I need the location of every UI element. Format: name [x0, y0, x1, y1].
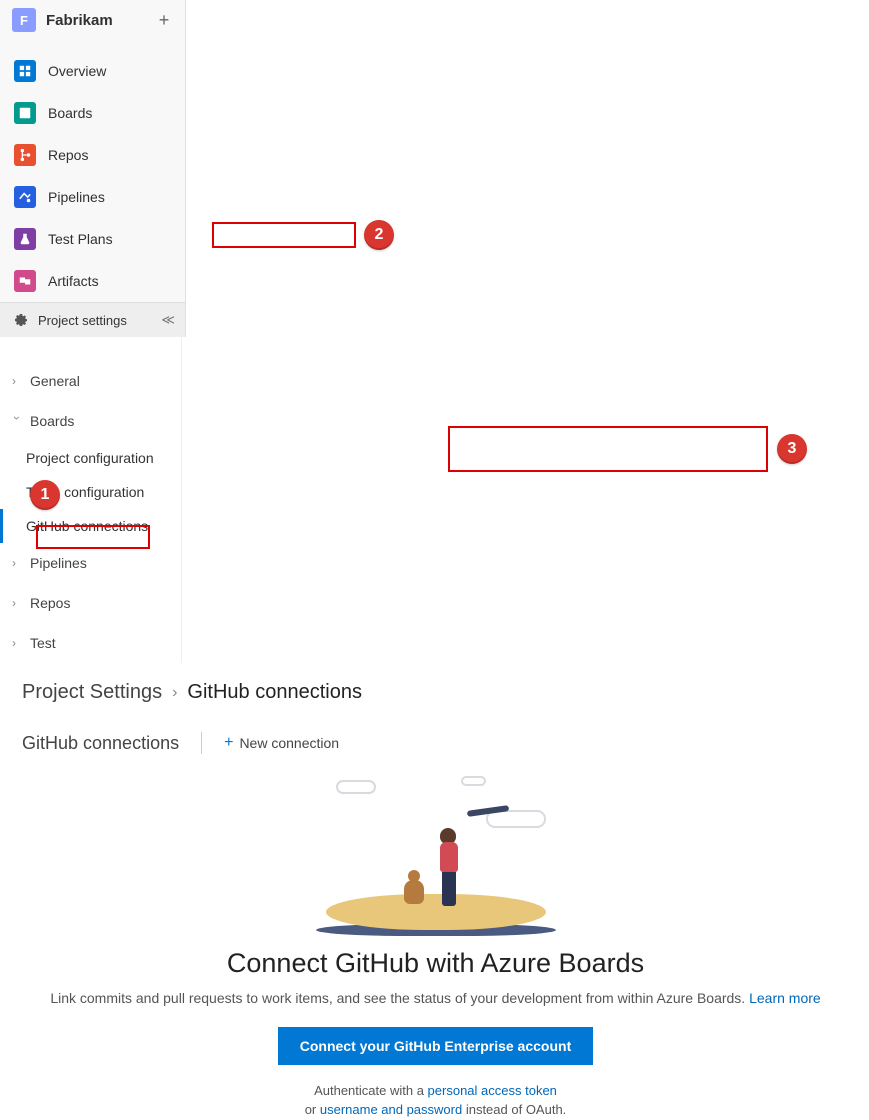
breadcrumb-current: GitHub connections — [187, 681, 362, 704]
chevron-right-icon: › — [172, 684, 177, 702]
chevron-right-icon: › — [12, 374, 22, 388]
callout-badge-2: 2 — [364, 220, 394, 250]
repos-icon — [14, 144, 36, 166]
project-header[interactable]: F Fabrikam + — [0, 0, 185, 42]
new-connection-button[interactable]: + New connection — [224, 734, 339, 752]
testplans-icon — [14, 228, 36, 250]
callout-badge-3: 3 — [777, 434, 807, 464]
subnav-project-config[interactable]: Project configuration — [22, 441, 181, 475]
subnav-test[interactable]: › Test — [0, 623, 181, 663]
dog-icon — [404, 880, 424, 904]
subnav-general-label: General — [30, 373, 80, 389]
collapse-icon[interactable]: ≪ — [161, 312, 175, 328]
learn-more-link[interactable]: Learn more — [749, 990, 821, 1006]
chevron-right-icon: › — [12, 636, 22, 650]
subnav-test-label: Test — [30, 635, 56, 651]
main-content: Project Settings › GitHub connections Gi… — [0, 663, 869, 1120]
person-icon — [440, 828, 458, 906]
subnav-repos[interactable]: › Repos — [0, 583, 181, 623]
nav-artifacts[interactable]: Artifacts — [0, 260, 185, 302]
subnav-team-config[interactable]: Team configuration — [22, 475, 181, 509]
nav-pipelines[interactable]: Pipelines — [0, 176, 185, 218]
callout-box-3 — [448, 426, 768, 472]
project-settings-label: Project settings — [38, 313, 127, 328]
subnav-github-connections[interactable]: GitHub connections — [0, 509, 181, 543]
subnav-boards[interactable]: › Boards — [0, 401, 181, 441]
project-avatar: F — [12, 8, 36, 32]
project-name: Fabrikam — [46, 12, 143, 29]
new-connection-label: New connection — [239, 735, 339, 751]
hero-illustration — [306, 770, 566, 940]
breadcrumb-parent[interactable]: Project Settings — [22, 681, 162, 704]
pipelines-icon — [14, 186, 36, 208]
connect-github-enterprise-button[interactable]: Connect your GitHub Enterprise account — [278, 1027, 593, 1065]
nav-repos-label: Repos — [48, 147, 88, 163]
plus-icon: + — [224, 734, 233, 752]
nav-testplans-label: Test Plans — [48, 231, 113, 247]
nav-testplans[interactable]: Test Plans — [0, 218, 185, 260]
page-subtitle: GitHub connections — [22, 733, 179, 754]
settings-subnav: › General › Boards Project configuration… — [0, 337, 182, 663]
nav-boards-label: Boards — [48, 105, 92, 121]
auth-alternatives: Authenticate with a personal access toke… — [22, 1081, 849, 1120]
cloud-icon — [461, 776, 486, 786]
subnav-repos-label: Repos — [30, 595, 70, 611]
nav-artifacts-label: Artifacts — [48, 273, 99, 289]
chevron-right-icon: › — [12, 556, 22, 570]
subnav-general[interactable]: › General — [0, 361, 181, 401]
subnav-boards-label: Boards — [30, 413, 74, 429]
nav-pipelines-label: Pipelines — [48, 189, 105, 205]
subnav-pipelines[interactable]: › Pipelines — [0, 543, 181, 583]
boards-icon — [14, 102, 36, 124]
breadcrumb: Project Settings › GitHub connections — [22, 681, 849, 704]
nav-overview-label: Overview — [48, 63, 106, 79]
left-nav: F Fabrikam + Overview Boards Repos Pipel… — [0, 0, 186, 337]
hero-description: Link commits and pull requests to work i… — [22, 989, 849, 1009]
divider — [201, 732, 202, 754]
nav-repos[interactable]: Repos — [0, 134, 185, 176]
project-settings-row[interactable]: Project settings ≪ — [0, 302, 185, 337]
callout-box-2 — [212, 222, 356, 248]
chevron-right-icon: › — [12, 596, 22, 610]
artifacts-icon — [14, 270, 36, 292]
nav-overview[interactable]: Overview — [0, 50, 185, 92]
personal-access-token-link[interactable]: personal access token — [428, 1083, 557, 1098]
overview-icon — [14, 60, 36, 82]
cloud-icon — [336, 780, 376, 794]
chevron-down-icon: › — [10, 416, 24, 426]
subheader: GitHub connections + New connection — [22, 704, 849, 760]
hero-title: Connect GitHub with Azure Boards — [22, 948, 849, 979]
subnav-pipelines-label: Pipelines — [30, 555, 87, 571]
plus-icon[interactable]: + — [153, 9, 175, 31]
username-password-link[interactable]: username and password — [320, 1102, 462, 1117]
nav-boards[interactable]: Boards — [0, 92, 185, 134]
gear-icon — [12, 311, 30, 329]
